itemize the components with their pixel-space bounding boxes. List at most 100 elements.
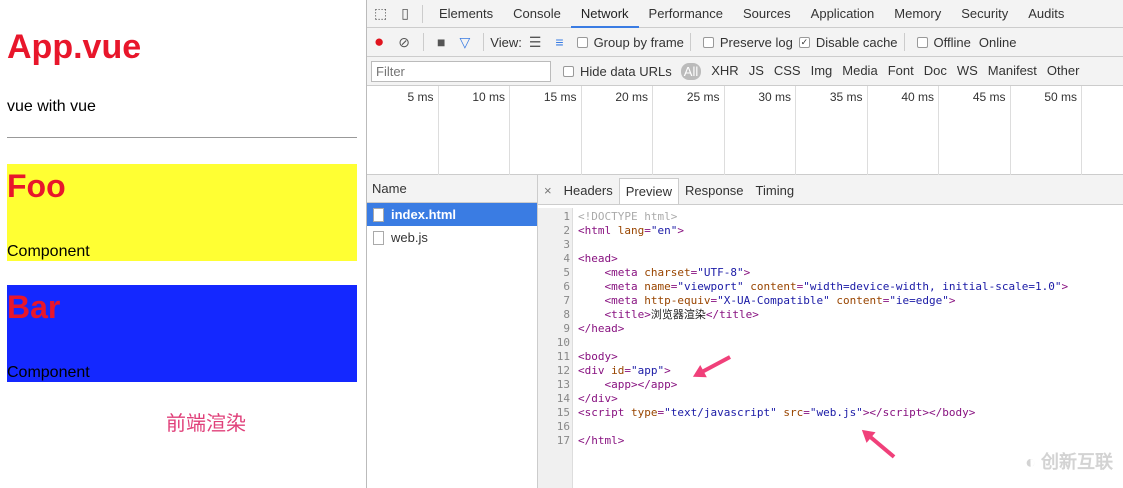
filter-type-img[interactable]: Img	[811, 63, 833, 80]
filter-input[interactable]	[371, 60, 551, 82]
code-token: <app></app>	[604, 378, 678, 391]
separator	[903, 33, 905, 51]
code-token: >	[948, 294, 956, 307]
timeline-tick: 40 ms	[868, 86, 939, 175]
tab-performance[interactable]: Performance	[639, 0, 733, 28]
timeline-tick: 20 ms	[582, 86, 653, 175]
line-number: 1	[563, 210, 570, 223]
code-token: >	[1061, 280, 1069, 293]
group-by-frame-checkbox[interactable]	[576, 36, 588, 48]
detail-tab-preview[interactable]: Preview	[618, 178, 679, 204]
render-label: 前端渲染	[166, 413, 246, 435]
filter-type-font[interactable]: Font	[888, 63, 914, 80]
timeline-tick: 15 ms	[510, 86, 582, 175]
code-token: <div	[578, 364, 612, 377]
code-token: =	[644, 224, 651, 237]
code-line: <head>	[578, 252, 618, 266]
tab-network[interactable]: Network	[570, 0, 639, 28]
filter-type-other[interactable]: Other	[1047, 63, 1080, 80]
bar-label: Component	[7, 364, 90, 381]
network-toolbar: ● ⊘ ■ ▽ View: ☰ ≡ Group by frame Preserv…	[367, 28, 1123, 57]
code-line: <html lang="en">	[578, 224, 684, 238]
timeline-overview[interactable]: 5 ms 10 ms 15 ms 20 ms 25 ms 30 ms 35 ms 40 ms 4…	[367, 86, 1123, 175]
hide-data-urls-label: Hide data URLs	[580, 63, 672, 79]
group-by-frame-label: Group by frame	[593, 34, 684, 50]
foo-component: Foo Component	[7, 164, 357, 261]
name-column-header[interactable]: Name	[367, 175, 537, 203]
filter-type-media[interactable]: Media	[842, 63, 877, 80]
close-icon[interactable]: ×	[538, 178, 558, 204]
code-token: <meta	[604, 266, 645, 279]
filter-type-xhr[interactable]: XHR	[711, 63, 738, 80]
filter-type-css[interactable]: CSS	[774, 63, 801, 80]
request-detail: × Headers Preview Response Timing 123456789…	[538, 175, 1123, 488]
hide-data-urls-checkbox[interactable]	[563, 65, 574, 77]
clear-icon[interactable]: ⊘	[398, 34, 410, 51]
offline-label: Offline	[933, 34, 971, 50]
tab-elements[interactable]: Elements	[429, 0, 503, 28]
tab-console[interactable]: Console	[503, 0, 571, 28]
tab-memory[interactable]: Memory	[884, 0, 951, 28]
code-token: 浏览器渲染	[650, 308, 706, 321]
code-token: </title>	[705, 308, 759, 321]
request-row[interactable]: web.js	[367, 226, 537, 249]
waterfall-view-icon[interactable]: ≡	[555, 34, 563, 50]
detail-tabbar: × Headers Preview Response Timing	[538, 175, 1123, 205]
filter-type-manifest[interactable]: Manifest	[988, 63, 1037, 80]
filter-type-all[interactable]: All	[680, 62, 702, 80]
line-number: 16	[556, 420, 570, 433]
preview-code: 1 2 3 4 5 6 7 8 9 10 11 12 13 14 15 16 17 <!DOCTYPE html>…	[538, 208, 1123, 488]
record-icon[interactable]: ●	[374, 32, 384, 52]
screenshot-icon[interactable]: ■	[437, 34, 445, 50]
request-list: Name index.html web.js	[367, 175, 538, 488]
filter-type-doc[interactable]: Doc	[924, 63, 947, 80]
request-row[interactable]: index.html	[367, 203, 537, 226]
code-token: >	[664, 364, 671, 377]
tab-sources[interactable]: Sources	[733, 0, 801, 28]
code-token: id	[611, 364, 625, 377]
inspect-icon[interactable]: ⬚	[374, 5, 387, 22]
code-line: <meta name="viewport" content="width=dev…	[578, 280, 1069, 294]
detail-tab-headers[interactable]: Headers	[558, 178, 619, 204]
separator	[689, 33, 691, 51]
code-token: </head>	[578, 322, 625, 335]
detail-tab-timing[interactable]: Timing	[750, 178, 801, 204]
code-token: "text/javascript"	[664, 406, 784, 419]
filter-bar: Hide data URLs All XHR JS CSS Img Media Font Do…	[367, 57, 1123, 86]
code-token: =	[624, 364, 631, 377]
line-number: 8	[563, 308, 570, 321]
filter-type-ws[interactable]: WS	[957, 63, 978, 80]
timeline-tick: 45 ms	[939, 86, 1011, 175]
filter-icon[interactable]: ▽	[459, 34, 470, 51]
filter-type-js[interactable]: JS	[749, 63, 764, 80]
detail-tab-response[interactable]: Response	[679, 178, 750, 204]
offline-checkbox[interactable]	[916, 36, 928, 48]
code-token: <meta	[604, 294, 645, 307]
code-token: <!DOCTYPE html>	[578, 210, 678, 223]
code-token: <body>	[578, 350, 618, 363]
code-token: "app"	[631, 364, 665, 377]
foo-title: Foo	[7, 168, 66, 204]
timeline-tick: 30 ms	[725, 86, 796, 175]
tab-audits[interactable]: Audits	[1018, 0, 1074, 28]
list-view-icon[interactable]: ☰	[529, 34, 542, 51]
code-token: "ie=edge"	[889, 294, 949, 307]
preserve-log-checkbox[interactable]	[702, 36, 714, 48]
code-token: <html	[578, 224, 618, 237]
device-toolbar-icon[interactable]: ▯	[401, 5, 409, 22]
throttle-select[interactable]: Online	[979, 35, 1017, 50]
code-token: charset	[644, 266, 691, 279]
tab-application[interactable]: Application	[801, 0, 885, 28]
devtools-tabbar: ⬚ ▯ Elements Console Network Performance Sou…	[367, 0, 1123, 28]
code-token: "X-UA-Compatible"	[717, 294, 837, 307]
tab-security[interactable]: Security	[951, 0, 1018, 28]
line-number: 9	[563, 322, 570, 335]
code-token: type	[630, 406, 658, 419]
code-line: <div id="app">	[578, 364, 671, 378]
line-number: 3	[563, 238, 570, 251]
disable-cache-checkbox[interactable]: ✓	[798, 36, 810, 48]
line-number: 15	[556, 406, 570, 419]
app-subtitle: vue with vue	[7, 98, 96, 115]
timeline-tick: 25 ms	[653, 86, 725, 175]
